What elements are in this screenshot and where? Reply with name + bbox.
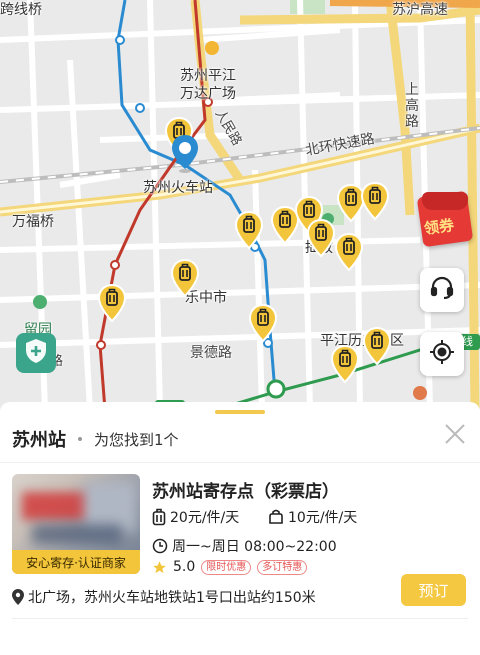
badge-multi-order: 多订特惠 [257, 559, 308, 575]
map-label-top-left: 跨线桥 [0, 2, 42, 18]
badge-limited-offer: 限时优惠 [201, 559, 252, 575]
bag-icon [268, 509, 284, 525]
map-base [0, 0, 480, 410]
book-button[interactable]: 预订 [401, 574, 466, 606]
panel-title: 苏州站 [12, 430, 66, 451]
shop-name[interactable]: 苏州站寄存点（彩票店） [152, 477, 339, 502]
rating-row: 5.0 限时优惠 多订特惠 [152, 559, 308, 575]
luggage-pin-icon[interactable] [234, 210, 264, 250]
coupon-button[interactable]: 领券 [416, 190, 474, 248]
map-label-gao-road: 上高路 [405, 82, 419, 130]
map-label-jingde-road: 景德路 [190, 345, 232, 361]
map-view[interactable]: 跨线桥 苏沪高速 苏州平江 万达广场 北环快速路 苏州火车站 万福桥 上高路 人… [0, 0, 480, 410]
shop-photo[interactable]: 安心寄存·认证商家 [12, 474, 140, 574]
drag-handle[interactable] [215, 410, 265, 414]
price-large-text: 20元/件/天 [170, 510, 240, 526]
luggage-pin-icon[interactable] [362, 326, 392, 366]
hours-text: 周一~周日 08:00~22:00 [172, 539, 337, 555]
luggage-pin-icon[interactable] [360, 181, 390, 221]
close-button[interactable] [443, 422, 467, 446]
divider [12, 618, 468, 619]
certified-tag: 安心寄存·认证商家 [12, 550, 140, 574]
result-count: 为您找到1个 [94, 430, 179, 449]
clock-icon [152, 538, 168, 554]
luggage-pin-icon[interactable] [306, 218, 336, 258]
headset-icon [429, 275, 455, 305]
shop-address: 北广场，苏州火车站地铁站1号口出站约150米 [12, 587, 316, 607]
customer-service-button[interactable] [420, 268, 464, 312]
location-pin-icon[interactable] [170, 133, 200, 173]
map-label-mall-1: 苏州平江 [180, 68, 236, 84]
separator-dot [78, 437, 82, 441]
price-small-luggage: 10元/件/天 [268, 507, 357, 527]
crosshair-icon [429, 339, 455, 369]
price-large-luggage: 20元/件/天 [152, 507, 239, 527]
close-icon [443, 424, 467, 450]
shield-plus-icon [23, 337, 49, 369]
luggage-pin-icon[interactable] [97, 283, 127, 323]
business-hours: 周一~周日 08:00~22:00 [152, 536, 337, 556]
panel-header: 苏州站 为您找到1个 [12, 426, 179, 452]
coupon-label: 领券 [422, 215, 456, 238]
map-label-top-right: 苏沪高速 [392, 2, 448, 18]
price-small-text: 10元/件/天 [288, 510, 358, 526]
divider [0, 462, 480, 463]
map-label-station: 苏州火车站 [143, 180, 213, 196]
address-text: 北广场，苏州火车站地铁站1号口出站约150米 [28, 590, 316, 606]
rating-value: 5.0 [173, 559, 196, 575]
result-panel: 苏州站 为您找到1个 安心寄存·认证商家 苏州站寄存点（彩票店） 20元/件/天… [0, 402, 480, 655]
locate-button[interactable] [420, 332, 464, 376]
map-label-wanfu-bridge: 万福桥 [12, 214, 54, 230]
safety-shield-button[interactable] [16, 333, 56, 373]
luggage-pin-icon[interactable] [248, 303, 278, 343]
luggage-icon [152, 508, 166, 526]
map-pin-icon [12, 589, 24, 605]
map-label-mall-2: 万达广场 [180, 86, 236, 102]
star-icon [152, 560, 167, 575]
luggage-pin-icon[interactable] [334, 232, 364, 272]
luggage-pin-icon[interactable] [170, 258, 200, 298]
luggage-pin-icon[interactable] [330, 344, 360, 384]
